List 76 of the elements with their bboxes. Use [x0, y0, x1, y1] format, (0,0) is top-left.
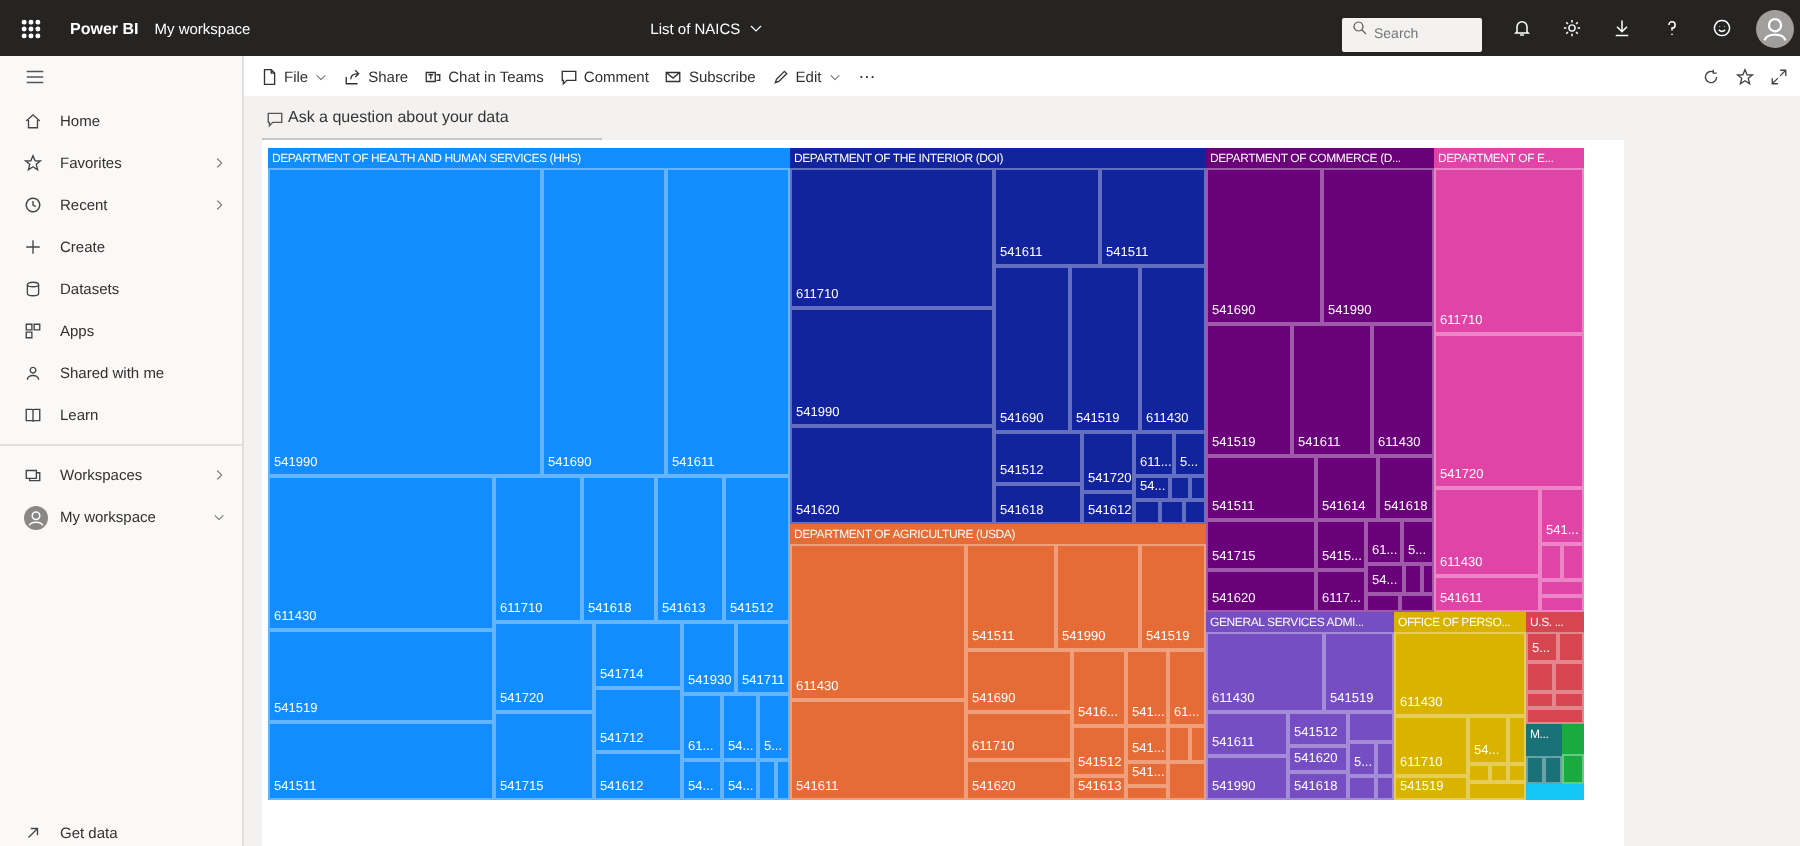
clock-icon	[24, 196, 42, 214]
star-icon	[24, 154, 42, 172]
comment-icon	[559, 67, 578, 85]
treemap-tile[interactable]	[1558, 632, 1584, 662]
refresh-icon[interactable]	[1702, 67, 1720, 85]
book-icon	[24, 406, 42, 424]
bell-icon[interactable]	[1512, 18, 1532, 38]
share-icon	[344, 67, 363, 85]
treemap-tile[interactable]	[1526, 662, 1554, 692]
plus-icon	[24, 238, 42, 256]
chevron-icon[interactable]	[212, 156, 226, 170]
treemap-tile[interactable]	[1348, 776, 1376, 800]
treemap-tile[interactable]	[1190, 726, 1206, 762]
person-icon	[24, 364, 42, 382]
caret-icon	[748, 20, 765, 36]
chevron-icon[interactable]	[212, 510, 226, 524]
treemap-tile[interactable]	[1170, 476, 1190, 500]
stacked-windows-icon	[24, 466, 42, 484]
treemap-tile[interactable]	[1126, 786, 1168, 800]
comment-icon	[266, 110, 284, 128]
treemap-tile[interactable]	[1376, 776, 1394, 800]
treemap-tile[interactable]	[1160, 500, 1184, 524]
treemap-tile[interactable]	[1468, 764, 1490, 782]
treemap-tile[interactable]	[1554, 662, 1584, 692]
treemap-tile[interactable]	[1526, 692, 1554, 708]
treemap-tile[interactable]	[1562, 544, 1584, 580]
document-icon	[260, 67, 278, 85]
treemap-group[interactable]	[1562, 724, 1584, 784]
treemap-tile[interactable]	[1348, 712, 1394, 742]
download-icon[interactable]	[1612, 18, 1632, 38]
help-icon[interactable]	[1662, 18, 1682, 38]
smiley-icon[interactable]	[1712, 18, 1732, 38]
app-launcher-icon[interactable]	[20, 17, 42, 39]
treemap-tile[interactable]	[1168, 762, 1206, 800]
mail-icon	[664, 67, 683, 85]
treemap-tile[interactable]	[1134, 500, 1160, 524]
treemap-tile[interactable]	[1366, 594, 1400, 612]
treemap-tile[interactable]	[1526, 756, 1544, 784]
teams-icon	[424, 67, 443, 85]
star-icon[interactable]	[1736, 67, 1754, 85]
treemap-tile[interactable]	[1540, 544, 1562, 580]
treemap-tile[interactable]	[1526, 708, 1584, 724]
treemap-tile[interactable]	[1562, 754, 1584, 784]
treemap-tile[interactable]	[1468, 782, 1526, 800]
pencil-icon	[771, 67, 790, 85]
treemap-tile[interactable]	[1190, 476, 1206, 500]
chevron-icon[interactable]	[212, 198, 226, 212]
treemap-tile[interactable]	[776, 760, 790, 800]
treemap-tile[interactable]	[1404, 564, 1422, 594]
treemap-tile[interactable]	[1400, 594, 1434, 612]
chevron-icon[interactable]	[212, 468, 226, 482]
app-name[interactable]: Power BI	[70, 19, 139, 37]
grid-icon	[24, 322, 42, 340]
treemap-tile[interactable]	[758, 760, 776, 800]
treemap-tile[interactable]	[1540, 596, 1584, 612]
treemap-tile[interactable]	[1490, 764, 1508, 782]
avatar-icon	[24, 505, 48, 529]
treemap-tile[interactable]	[1422, 564, 1434, 594]
treemap-tile[interactable]	[1508, 716, 1526, 764]
database-icon	[24, 280, 42, 298]
treemap-tile[interactable]	[1184, 500, 1206, 524]
treemap-tile[interactable]	[1544, 756, 1562, 784]
arrow-icon	[24, 823, 42, 841]
treemap-tile[interactable]	[1168, 726, 1190, 762]
treemap-tile[interactable]	[1554, 692, 1584, 708]
caret-icon	[827, 69, 842, 83]
home-icon	[24, 112, 42, 130]
treemap-tile[interactable]	[1540, 580, 1584, 596]
settings-icon[interactable]	[1562, 18, 1582, 38]
search-icon	[1352, 20, 1368, 36]
caret-icon	[314, 69, 329, 83]
expand-icon[interactable]	[1770, 67, 1788, 85]
treemap-tile[interactable]	[1376, 742, 1394, 776]
menu-icon[interactable]	[24, 66, 46, 88]
avatar-icon[interactable]	[1756, 9, 1794, 47]
treemap-tile[interactable]	[1508, 764, 1526, 782]
